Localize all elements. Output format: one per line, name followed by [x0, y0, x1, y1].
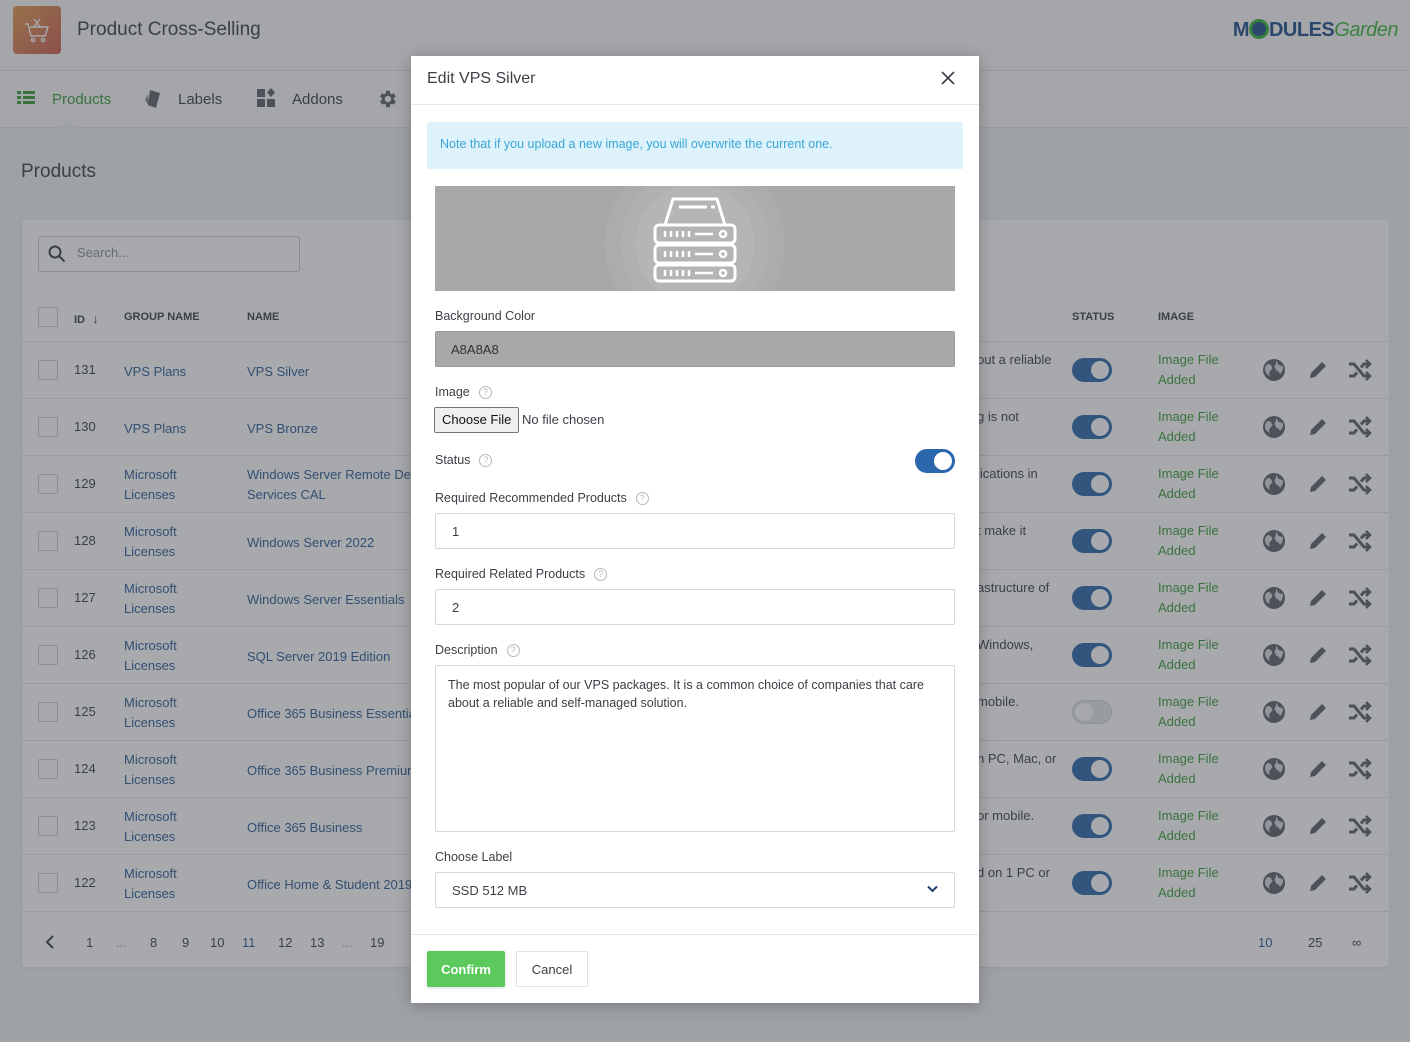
recommended-label: Required Recommended Products?: [435, 491, 649, 505]
edit-product-modal: Edit VPS Silver Note that if you upload …: [411, 56, 979, 1003]
chevron-down-icon: [927, 885, 938, 893]
related-products-input[interactable]: [435, 589, 955, 625]
overwrite-note: Note that if you upload a new image, you…: [427, 122, 963, 169]
confirm-button[interactable]: Confirm: [427, 951, 505, 987]
image-label-text: Image: [435, 385, 470, 399]
choose-file-button[interactable]: Choose File: [434, 407, 520, 433]
bg-color-input[interactable]: A8A8A8: [435, 331, 955, 367]
cancel-button[interactable]: Cancel: [516, 951, 588, 987]
help-icon[interactable]: ?: [635, 491, 649, 505]
status-toggle[interactable]: [915, 449, 955, 473]
description-textarea[interactable]: The most popular of our VPS packages. It…: [435, 665, 955, 832]
help-icon[interactable]: ?: [506, 643, 520, 657]
status-label-text: Status: [435, 453, 471, 467]
description-label-text: Description: [435, 643, 498, 657]
bg-color-label: Background Color: [435, 309, 535, 323]
help-icon[interactable]: ?: [594, 567, 608, 581]
related-label-text: Required Related Products: [435, 567, 586, 581]
bg-color-label-text: Background Color: [435, 309, 536, 323]
description-label: Description?: [435, 643, 520, 657]
recommended-label-text: Required Recommended Products: [435, 491, 627, 505]
choose-label-text: Choose Label: [435, 850, 513, 864]
file-status-text: No file chosen: [522, 412, 605, 427]
label-select[interactable]: SSD 512 MB: [435, 872, 955, 908]
recommended-products-input[interactable]: [435, 513, 955, 549]
close-button[interactable]: [941, 71, 959, 89]
modal-title: Edit VPS Silver: [427, 70, 536, 87]
help-icon[interactable]: ?: [479, 453, 493, 467]
image-label: Image?: [435, 385, 492, 399]
image-preview: [435, 186, 955, 291]
modal-header: Edit VPS Silver: [411, 56, 979, 105]
related-label: Required Related Products?: [435, 567, 608, 581]
modal-footer-divider: [411, 934, 979, 935]
help-icon[interactable]: ?: [478, 385, 492, 399]
label-select-value: SSD 512 MB: [452, 883, 528, 898]
close-icon: [941, 71, 955, 85]
server-icon: [653, 197, 737, 283]
status-label: Status?: [435, 453, 493, 467]
choose-label-label: Choose Label: [435, 850, 512, 864]
